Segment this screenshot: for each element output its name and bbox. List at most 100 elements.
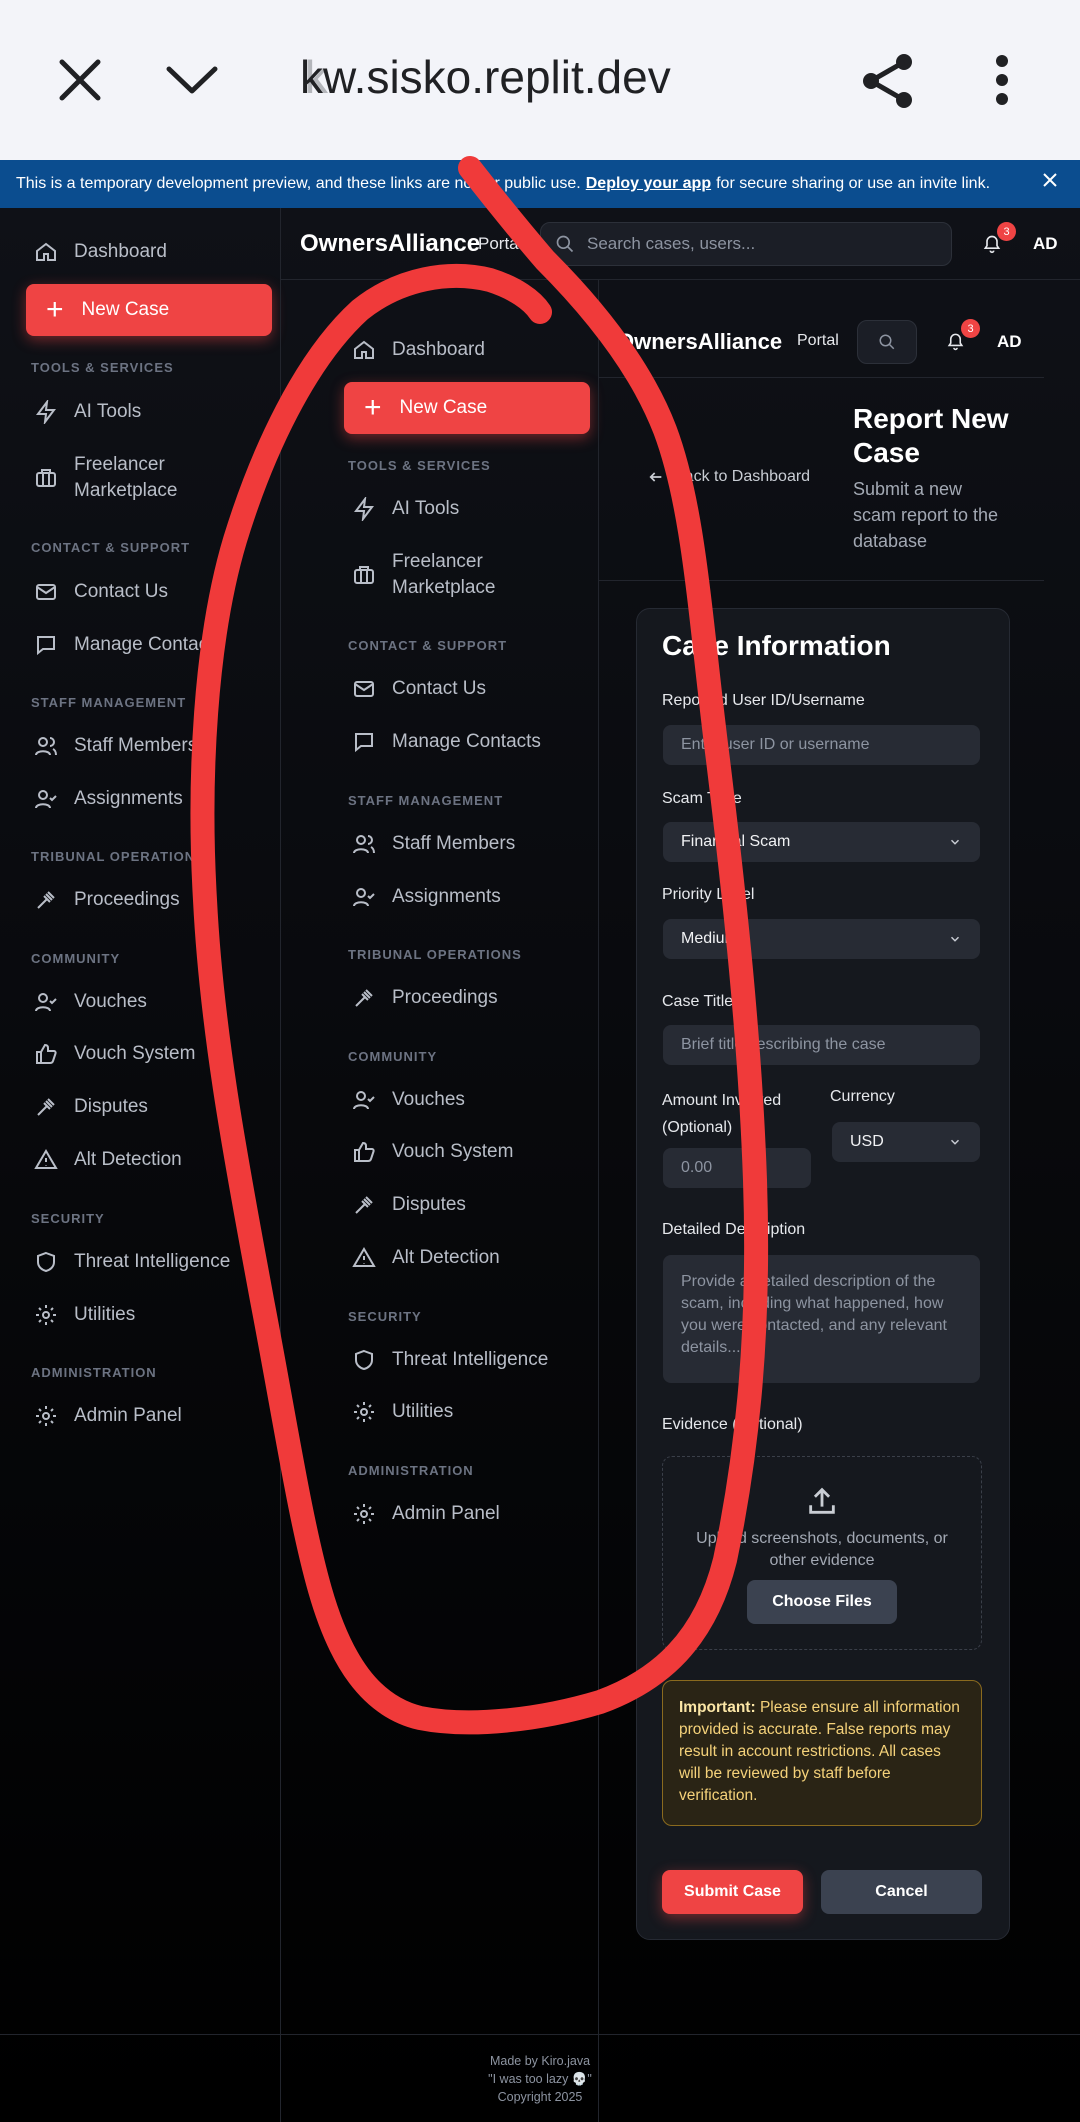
sidebar-item-dashboard[interactable]: Dashboard [352, 338, 485, 362]
footer-quote: "I was too lazy 💀" [488, 2072, 592, 2086]
sidebar-item-vouch-system[interactable]: Vouch System [34, 1042, 195, 1066]
sidebar-item-assignments[interactable]: Assignments [34, 787, 183, 811]
avatar[interactable]: AD [1033, 234, 1058, 254]
portal-label: Portal [797, 332, 839, 349]
home-icon [36, 242, 56, 261]
divider [280, 279, 1080, 280]
sidebar-item-proceedings[interactable]: Proceedings [352, 986, 498, 1010]
reported-user-label: Reported User ID/Username [662, 692, 865, 709]
priority-label: Priority Level [662, 886, 755, 903]
gavel-icon [355, 989, 373, 1007]
share-icon[interactable] [855, 48, 921, 114]
sidebar-item-freelancer[interactable]: Freelancer Marketplace [352, 549, 496, 601]
sidebar-item-staff-members[interactable]: Staff Members [34, 734, 197, 758]
submit-case-button[interactable]: Submit Case [662, 1870, 803, 1914]
section-staff: STAFF MANAGEMENT [348, 793, 504, 808]
chevron-down-icon [950, 839, 960, 845]
mail-icon [354, 681, 374, 697]
sidebar-item-admin-panel[interactable]: Admin Panel [34, 1404, 182, 1428]
thumbs-up-icon [36, 1043, 57, 1064]
gear-icon [36, 1406, 56, 1426]
section-contact: CONTACT & SUPPORT [348, 638, 508, 653]
footer-copyright: Copyright 2025 [497, 2090, 583, 2104]
sidebar-item-proceedings[interactable]: Proceedings [34, 888, 180, 912]
sidebar-item-vouch-system[interactable]: Vouch System [352, 1140, 513, 1164]
section-tools: TOOLS & SERVICES [348, 458, 491, 473]
footer: Made by Kiro.java "I was too lazy 💀" Cop… [420, 2052, 660, 2106]
gear-icon [36, 1305, 56, 1325]
section-admin: ADMINISTRATION [348, 1463, 474, 1478]
sidebar-item-utilities[interactable]: Utilities [34, 1303, 135, 1327]
url-bar[interactable]: kkw.sisko.replit.dev [300, 50, 671, 104]
sidebar-item-assignments[interactable]: Assignments [352, 885, 501, 909]
description-textarea[interactable]: Provide a detailed description of the sc… [663, 1255, 980, 1383]
case-title-label: Case Title [662, 993, 734, 1010]
notification-badge: 3 [961, 319, 980, 338]
upload-instructions: Upload screenshots, documents, or other … [696, 1530, 948, 1569]
cancel-button[interactable]: Cancel [821, 1870, 982, 1914]
sidebar-item-alt-detection[interactable]: Alt Detection [352, 1246, 500, 1270]
section-tribunal: TRIBUNAL OPERATIONS [31, 849, 205, 864]
important-notice: Important: Please ensure all information… [662, 1680, 982, 1826]
section-security: SECURITY [348, 1309, 422, 1324]
users-icon [35, 737, 57, 756]
sidebar-item-dashboard[interactable]: Dashboard [34, 240, 167, 264]
case-title-input[interactable]: Brief title describing the case [663, 1025, 980, 1065]
sidebar-item-freelancer[interactable]: Freelancer Marketplace [34, 452, 178, 504]
sidebar-item-utilities[interactable]: Utilities [352, 1400, 453, 1424]
search-button[interactable] [857, 320, 917, 364]
reported-user-input[interactable]: Enter user ID or username [663, 725, 980, 765]
brand-title: OwnersAlliance [300, 230, 481, 257]
section-community: COMMUNITY [348, 1049, 438, 1064]
sidebar-item-vouches[interactable]: Vouches [34, 990, 147, 1014]
sidebar-item-disputes[interactable]: Disputes [34, 1095, 148, 1119]
sidebar-item-manage-contacts[interactable]: Manage Contacts [352, 730, 541, 754]
close-tab-icon[interactable] [50, 50, 110, 110]
scam-type-label: Scam Type [662, 790, 742, 807]
sidebar-item-contact-us[interactable]: Contact Us [352, 677, 486, 701]
new-case-button[interactable]: + New Case [344, 382, 590, 434]
search-icon [556, 235, 574, 253]
deploy-link[interactable]: Deploy your app [586, 175, 711, 193]
user-check-icon [353, 1091, 375, 1110]
scam-type-select[interactable]: Financial Scam [663, 822, 980, 862]
sidebar-item-threat-intel[interactable]: Threat Intelligence [352, 1348, 548, 1372]
close-banner-icon[interactable] [1042, 172, 1058, 193]
home-icon [354, 340, 374, 359]
message-icon [355, 733, 373, 753]
sidebar-item-manage-contacts[interactable]: Manage Contacts [34, 633, 223, 657]
avatar[interactable]: AD [997, 332, 1022, 352]
priority-select[interactable]: Medium [663, 919, 980, 959]
gavel-icon [355, 1196, 373, 1214]
warning-icon [352, 1247, 376, 1267]
section-admin: ADMINISTRATION [31, 1365, 157, 1380]
chevron-down-icon [950, 1139, 960, 1145]
currency-select[interactable]: USD [832, 1122, 980, 1162]
lightning-icon [36, 400, 56, 424]
search-input[interactable]: Search cases, users... [540, 222, 952, 266]
sidebar-item-ai-tools[interactable]: AI Tools [34, 400, 141, 424]
more-menu-icon[interactable] [980, 50, 1024, 110]
choose-files-button[interactable]: Choose Files [747, 1580, 897, 1624]
search-icon [879, 334, 895, 350]
back-link[interactable]: Back to Dashboard [648, 468, 810, 486]
bell-icon[interactable] [946, 331, 965, 357]
section-tribunal: TRIBUNAL OPERATIONS [348, 947, 522, 962]
sidebar-item-staff-members[interactable]: Staff Members [352, 832, 515, 856]
new-case-button[interactable]: + New Case [26, 284, 272, 336]
sidebar-item-admin-panel[interactable]: Admin Panel [352, 1502, 500, 1526]
chevron-down-icon[interactable] [160, 55, 224, 105]
section-community: COMMUNITY [31, 951, 121, 966]
shield-icon [355, 1349, 373, 1371]
sidebar-item-disputes[interactable]: Disputes [352, 1193, 466, 1217]
sidebar-item-alt-detection[interactable]: Alt Detection [34, 1148, 182, 1172]
portal-label: Portal [478, 234, 523, 253]
sidebar-item-contact-us[interactable]: Contact Us [34, 580, 168, 604]
sidebar-item-vouches[interactable]: Vouches [352, 1088, 465, 1112]
warning-icon [34, 1149, 58, 1169]
sidebar-item-ai-tools[interactable]: AI Tools [352, 497, 459, 521]
message-icon [37, 636, 55, 656]
amount-input[interactable]: 0.00 [663, 1148, 811, 1188]
amount-label: Amount Involved (Optional) [662, 1092, 782, 1136]
sidebar-item-threat-intel[interactable]: Threat Intelligence [34, 1250, 230, 1274]
